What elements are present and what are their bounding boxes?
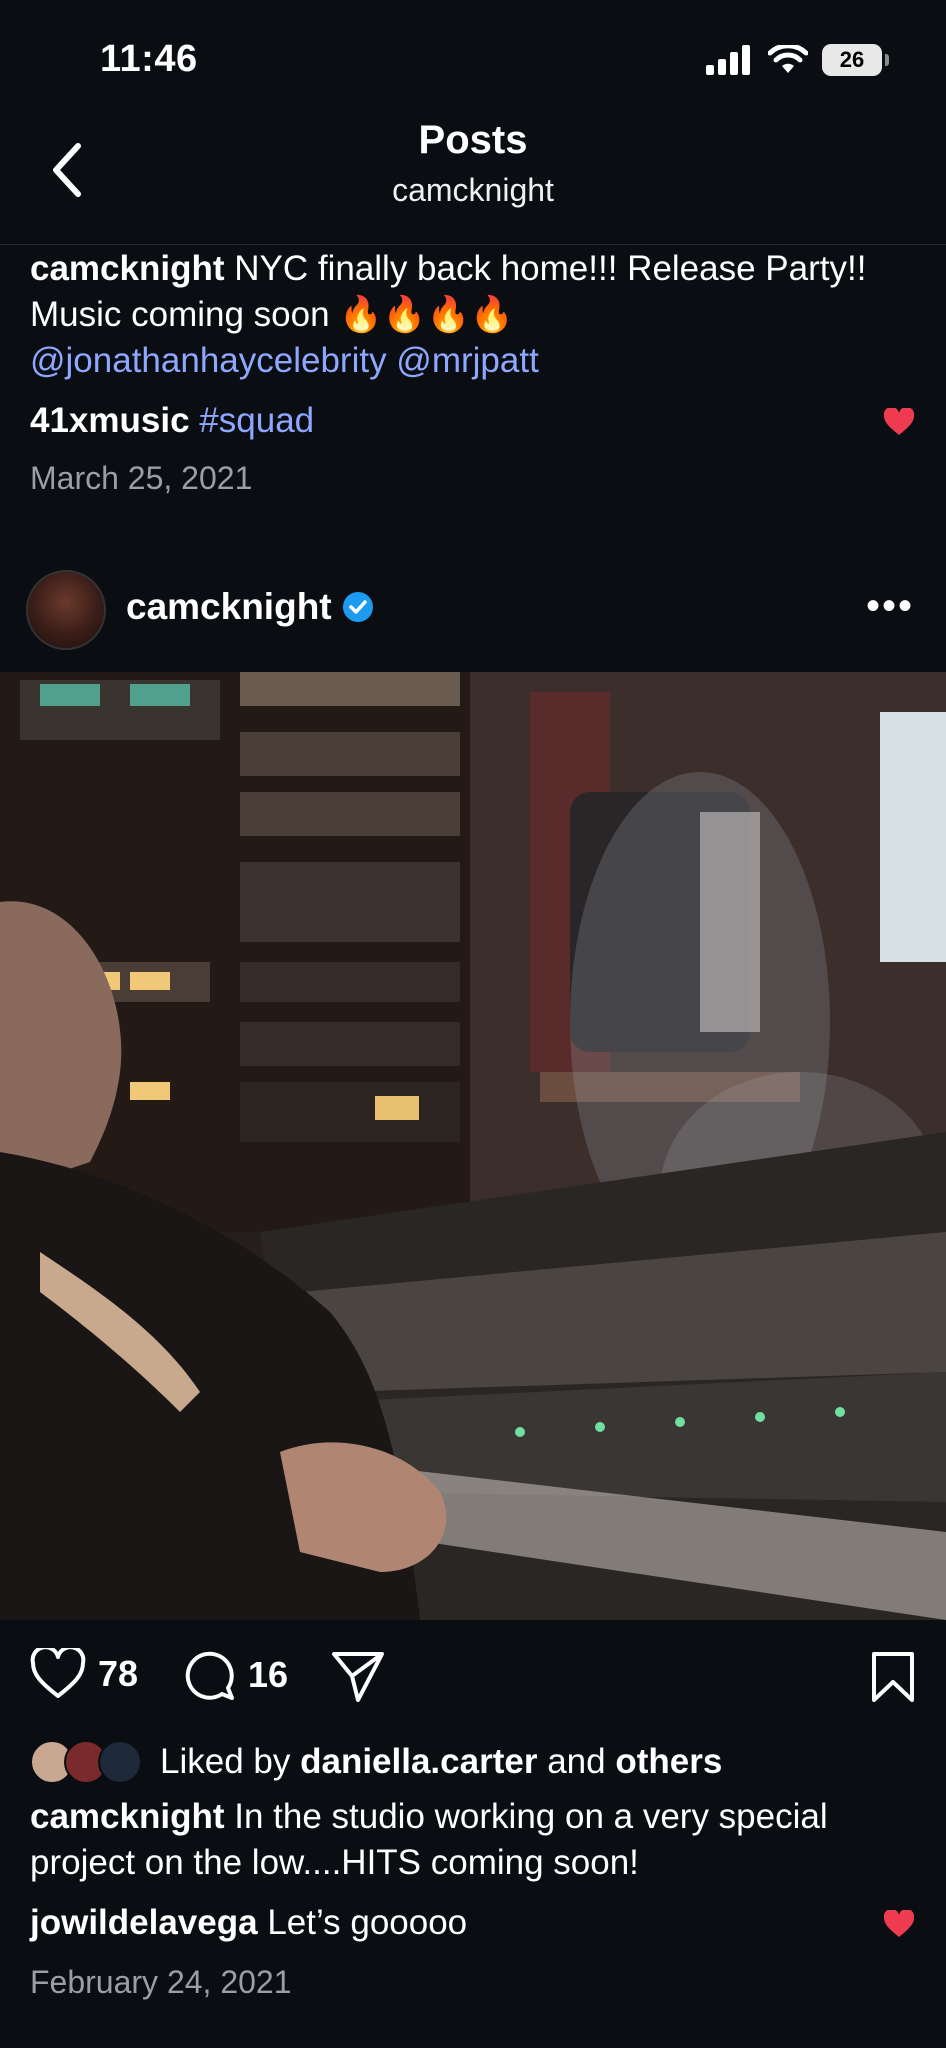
post2-actions: 78 16 <box>30 1648 916 1708</box>
comment-heart-icon[interactable] <box>884 1910 914 1938</box>
comment-icon[interactable] <box>182 1648 236 1702</box>
avatar <box>98 1740 142 1784</box>
post1-date: March 25, 2021 <box>30 460 253 496</box>
header-divider <box>0 244 946 245</box>
like-control[interactable]: 78 <box>30 1648 138 1700</box>
page-subtitle: camcknight <box>392 172 554 208</box>
share-icon[interactable] <box>330 1650 386 1704</box>
post2-caption: camcknight In the studio working on a ve… <box>30 1794 886 1886</box>
post1-comment: 41xmusic #squad <box>30 398 886 444</box>
post2-author-row[interactable]: camcknight <box>126 586 374 628</box>
post2-photo[interactable] <box>0 672 946 1620</box>
comment-count[interactable]: 16 <box>248 1654 288 1696</box>
liked-by-prefix: Liked by <box>160 1742 291 1781</box>
wifi-icon <box>768 45 808 73</box>
liked-by-avatars <box>30 1740 142 1784</box>
post1-mentions[interactable]: @jonathanhaycelebrity @mrjpatt <box>30 341 539 380</box>
liked-by-others[interactable]: others <box>615 1742 722 1782</box>
post1-comment-user[interactable]: 41xmusic <box>30 401 190 440</box>
liked-by-row[interactable]: Liked by daniella.carter and others <box>30 1740 722 1784</box>
post1-caption: camcknight NYC finally back home!!! Rele… <box>30 246 886 384</box>
post2-caption-author[interactable]: camcknight <box>30 1797 225 1836</box>
post2-author[interactable]: camcknight <box>126 586 332 628</box>
liked-by-user[interactable]: daniella.carter <box>300 1742 537 1782</box>
post2-comment-user[interactable]: jowildelavega <box>30 1903 258 1942</box>
post1-author[interactable]: camcknight <box>30 249 225 288</box>
more-icon[interactable]: ••• <box>866 586 914 626</box>
comment-control[interactable]: 16 <box>182 1648 288 1702</box>
avatar[interactable] <box>26 570 106 650</box>
status-icons: 26 <box>706 44 889 76</box>
post1-comment-text[interactable]: #squad <box>199 401 314 440</box>
post2-comment-text: Let’s gooooo <box>267 1903 468 1942</box>
battery-icon: 26 <box>822 44 889 76</box>
signal-icon <box>706 45 750 75</box>
bookmark-icon[interactable] <box>870 1650 916 1704</box>
verified-icon <box>342 592 373 622</box>
post2-comment: jowildelavega Let’s gooooo <box>30 1900 886 1946</box>
heart-icon[interactable] <box>30 1648 86 1700</box>
battery-level: 26 <box>839 47 865 72</box>
page-title: Posts <box>418 118 528 162</box>
status-time: 11:46 <box>100 38 198 80</box>
like-count[interactable]: 78 <box>98 1653 138 1695</box>
post2-date: February 24, 2021 <box>30 1964 292 2000</box>
comment-heart-icon[interactable] <box>884 408 914 436</box>
liked-by-and: and <box>547 1742 606 1781</box>
